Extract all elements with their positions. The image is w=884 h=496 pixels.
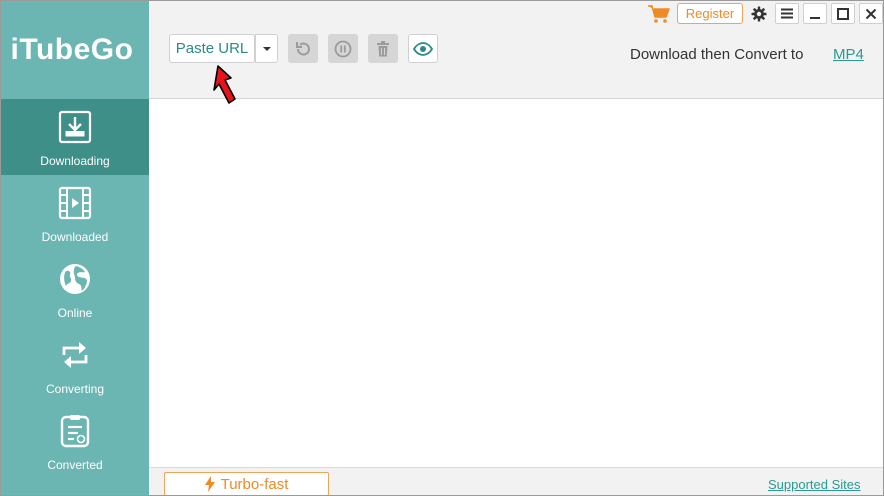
pointer-arrow-icon	[213, 65, 236, 104]
sidebar-item-label: Downloaded	[41, 230, 109, 244]
trash-icon	[377, 40, 389, 56]
close-icon	[865, 8, 877, 19]
sidebar-item-converted[interactable]: Converted	[1, 403, 149, 479]
app-window: iTubeGo Downloading Downloaded Online Co…	[0, 0, 884, 496]
delete-button[interactable]	[368, 34, 398, 63]
convert-arrows-icon	[57, 337, 93, 373]
maximize-button[interactable]	[831, 3, 855, 24]
paste-url-button[interactable]: Paste URL	[169, 34, 255, 63]
sidebar: iTubeGo Downloading Downloaded Online Co…	[1, 1, 149, 495]
convert-format-link[interactable]: MP4	[833, 46, 864, 63]
lightning-icon	[204, 476, 215, 492]
sidebar-item-online[interactable]: Online	[1, 251, 149, 327]
convert-label: Download then Convert to	[630, 46, 804, 63]
pause-icon	[334, 40, 352, 57]
resume-all-button[interactable]	[288, 34, 318, 63]
gear-icon	[751, 6, 767, 21]
sidebar-item-label: Converted	[47, 458, 103, 472]
cart-icon[interactable]	[647, 4, 671, 24]
turbo-fast-button[interactable]: Turbo-fast	[164, 472, 329, 495]
paste-url-dropdown[interactable]	[255, 34, 278, 63]
converted-clipboard-icon	[57, 413, 93, 449]
preview-button[interactable]	[408, 34, 438, 63]
sidebar-item-downloaded[interactable]: Downloaded	[1, 175, 149, 251]
menu-button[interactable]	[775, 3, 799, 24]
maximize-icon	[837, 7, 849, 20]
supported-sites-link[interactable]: Supported Sites	[768, 477, 861, 492]
toolbar: Paste URL Download then Convert to MP4 R…	[149, 1, 883, 99]
close-button[interactable]	[859, 3, 883, 24]
sidebar-item-label: Downloading	[40, 154, 110, 168]
app-logo: iTubeGo	[10, 33, 134, 66]
chevron-down-icon	[262, 46, 271, 51]
minimize-button[interactable]	[803, 3, 827, 24]
sidebar-item-label: Online	[57, 306, 93, 320]
hamburger-icon	[781, 8, 793, 19]
sidebar-item-downloading[interactable]: Downloading	[1, 99, 149, 175]
settings-button[interactable]	[747, 3, 771, 24]
register-button[interactable]: Register	[677, 3, 743, 24]
eye-icon	[413, 41, 433, 56]
download-list-area	[149, 100, 883, 467]
pause-all-button[interactable]	[328, 34, 358, 63]
status-bar: Turbo-fast Supported Sites	[149, 467, 883, 495]
download-tray-icon	[57, 109, 93, 145]
globe-icon	[57, 261, 93, 297]
sidebar-item-label: Converting	[45, 382, 105, 396]
minimize-icon	[810, 16, 820, 19]
turbo-fast-label: Turbo-fast	[220, 475, 289, 493]
undo-icon	[296, 41, 310, 56]
film-play-icon	[57, 185, 93, 221]
sidebar-item-converting[interactable]: Converting	[1, 327, 149, 403]
